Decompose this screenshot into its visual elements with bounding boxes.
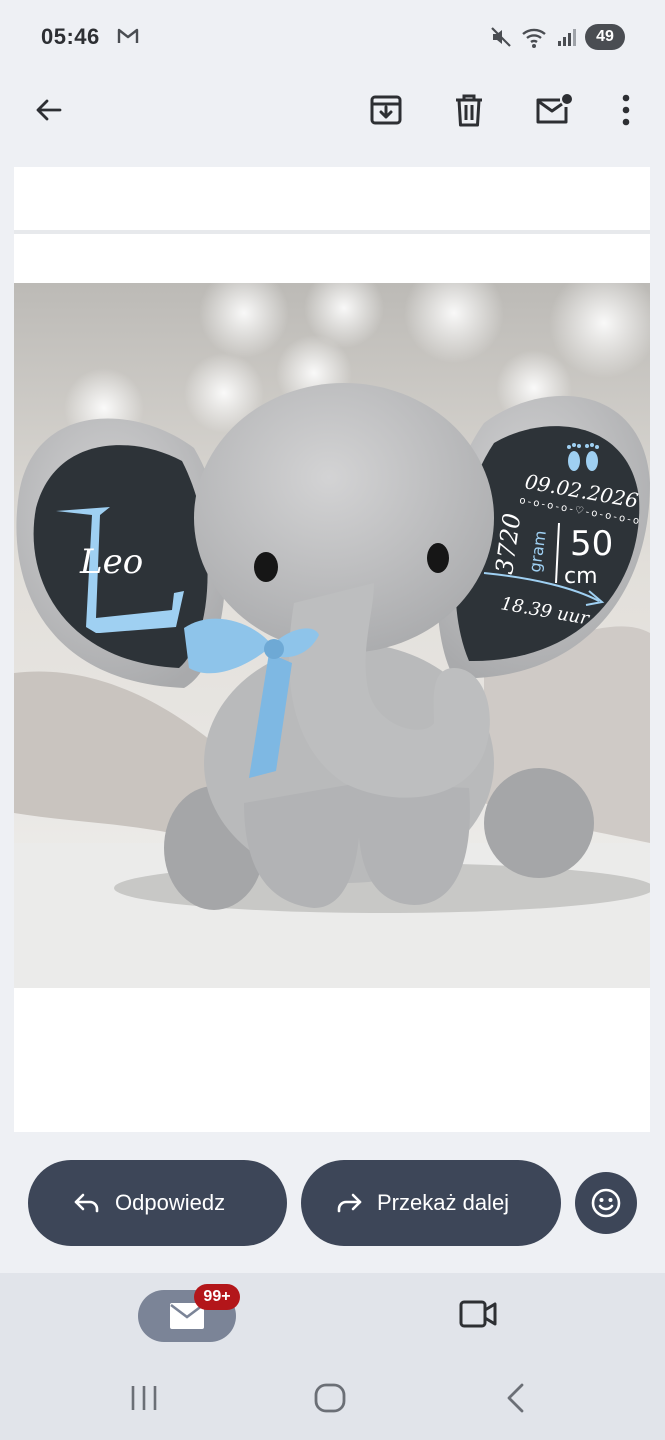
back-button[interactable] xyxy=(24,86,72,134)
birth-length-unit: cm xyxy=(564,564,598,589)
birth-length-value: 50 xyxy=(570,524,613,564)
mail-unread-icon xyxy=(536,94,572,124)
arrow-left-icon xyxy=(36,99,62,121)
archive-icon xyxy=(370,95,402,125)
reply-label: Odpowiedz xyxy=(115,1190,226,1215)
forward-icon xyxy=(337,1193,362,1213)
status-time: 05:46 xyxy=(41,24,100,49)
mail-count-badge: 99+ xyxy=(194,1284,240,1310)
emoji-reaction-button[interactable] xyxy=(575,1172,637,1234)
signal-icon xyxy=(558,29,576,46)
forward-button[interactable]: Przekaż dalej xyxy=(301,1160,561,1246)
status-bar: 05:46 49 xyxy=(0,0,665,72)
attached-image[interactable]: Leo 09.02.2026 o-o-o-o-♡-o-o-o-o 3720 gr… xyxy=(14,283,650,988)
message-toolbar xyxy=(0,72,665,164)
mute-icon xyxy=(491,27,511,47)
reply-button[interactable]: Odpowiedz xyxy=(28,1160,287,1246)
monogram-name: Leo xyxy=(79,542,143,582)
trash-icon xyxy=(456,94,482,127)
battery-indicator: 49 xyxy=(585,24,625,50)
mark-unread-button[interactable] xyxy=(529,86,577,134)
forward-label: Przekaż dalej xyxy=(377,1190,510,1215)
more-vert-icon xyxy=(622,94,630,126)
gmail-notification-icon xyxy=(117,28,139,43)
home-icon[interactable] xyxy=(312,1378,348,1418)
system-back-icon[interactable] xyxy=(500,1378,532,1418)
meet-tab[interactable] xyxy=(455,1296,501,1337)
more-options-button[interactable] xyxy=(602,86,650,134)
smile-icon xyxy=(591,1188,621,1218)
archive-button[interactable] xyxy=(362,86,410,134)
delete-button[interactable] xyxy=(445,86,493,134)
wifi-icon xyxy=(522,28,546,48)
video-camera-icon xyxy=(459,1300,497,1328)
content-divider xyxy=(14,230,650,234)
elephant-plush-image: Leo 09.02.2026 o-o-o-o-♡-o-o-o-o 3720 gr… xyxy=(14,283,650,988)
recent-apps-icon[interactable] xyxy=(128,1378,160,1418)
reply-icon xyxy=(74,1193,99,1213)
